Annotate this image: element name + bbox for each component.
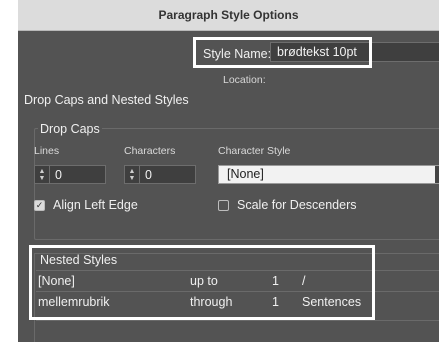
lines-value: 0 [55,167,62,182]
align-left-edge-checkbox[interactable]: ✓ Align Left Edge [34,198,138,212]
drop-caps-title: Drop Caps [38,122,102,136]
lines-label: Lines [34,145,60,157]
scale-for-descenders-label: Scale for Descenders [237,198,357,212]
location-label: Location: [223,74,266,86]
character-style-select[interactable]: [None] ⌄ [218,165,439,184]
checkbox-unchecked-icon[interactable] [218,199,229,211]
align-left-edge-label: Align Left Edge [53,198,138,212]
characters-value: 0 [145,167,152,182]
characters-stepper[interactable]: ▲ ▼ 0 [124,165,196,184]
dialog-title: Paragraph Style Options [18,0,439,31]
scale-for-descenders-checkbox[interactable]: Scale for Descenders [218,198,357,212]
character-style-label: Character Style [218,145,291,157]
highlight-box [29,245,375,320]
chevron-down-icon[interactable]: ⌄ [435,166,439,183]
character-style-value: [None] [227,167,264,181]
stepper-arrows-icon[interactable]: ▲ ▼ [35,166,50,183]
checkbox-checked-icon[interactable]: ✓ [34,199,45,211]
divider [36,320,439,321]
lines-stepper[interactable]: ▲ ▼ 0 [34,165,106,184]
panel-title: Drop Caps and Nested Styles [24,93,189,107]
highlight-box [193,37,372,68]
stepper-arrows-icon[interactable]: ▲ ▼ [125,166,140,183]
characters-label: Characters [124,145,176,157]
